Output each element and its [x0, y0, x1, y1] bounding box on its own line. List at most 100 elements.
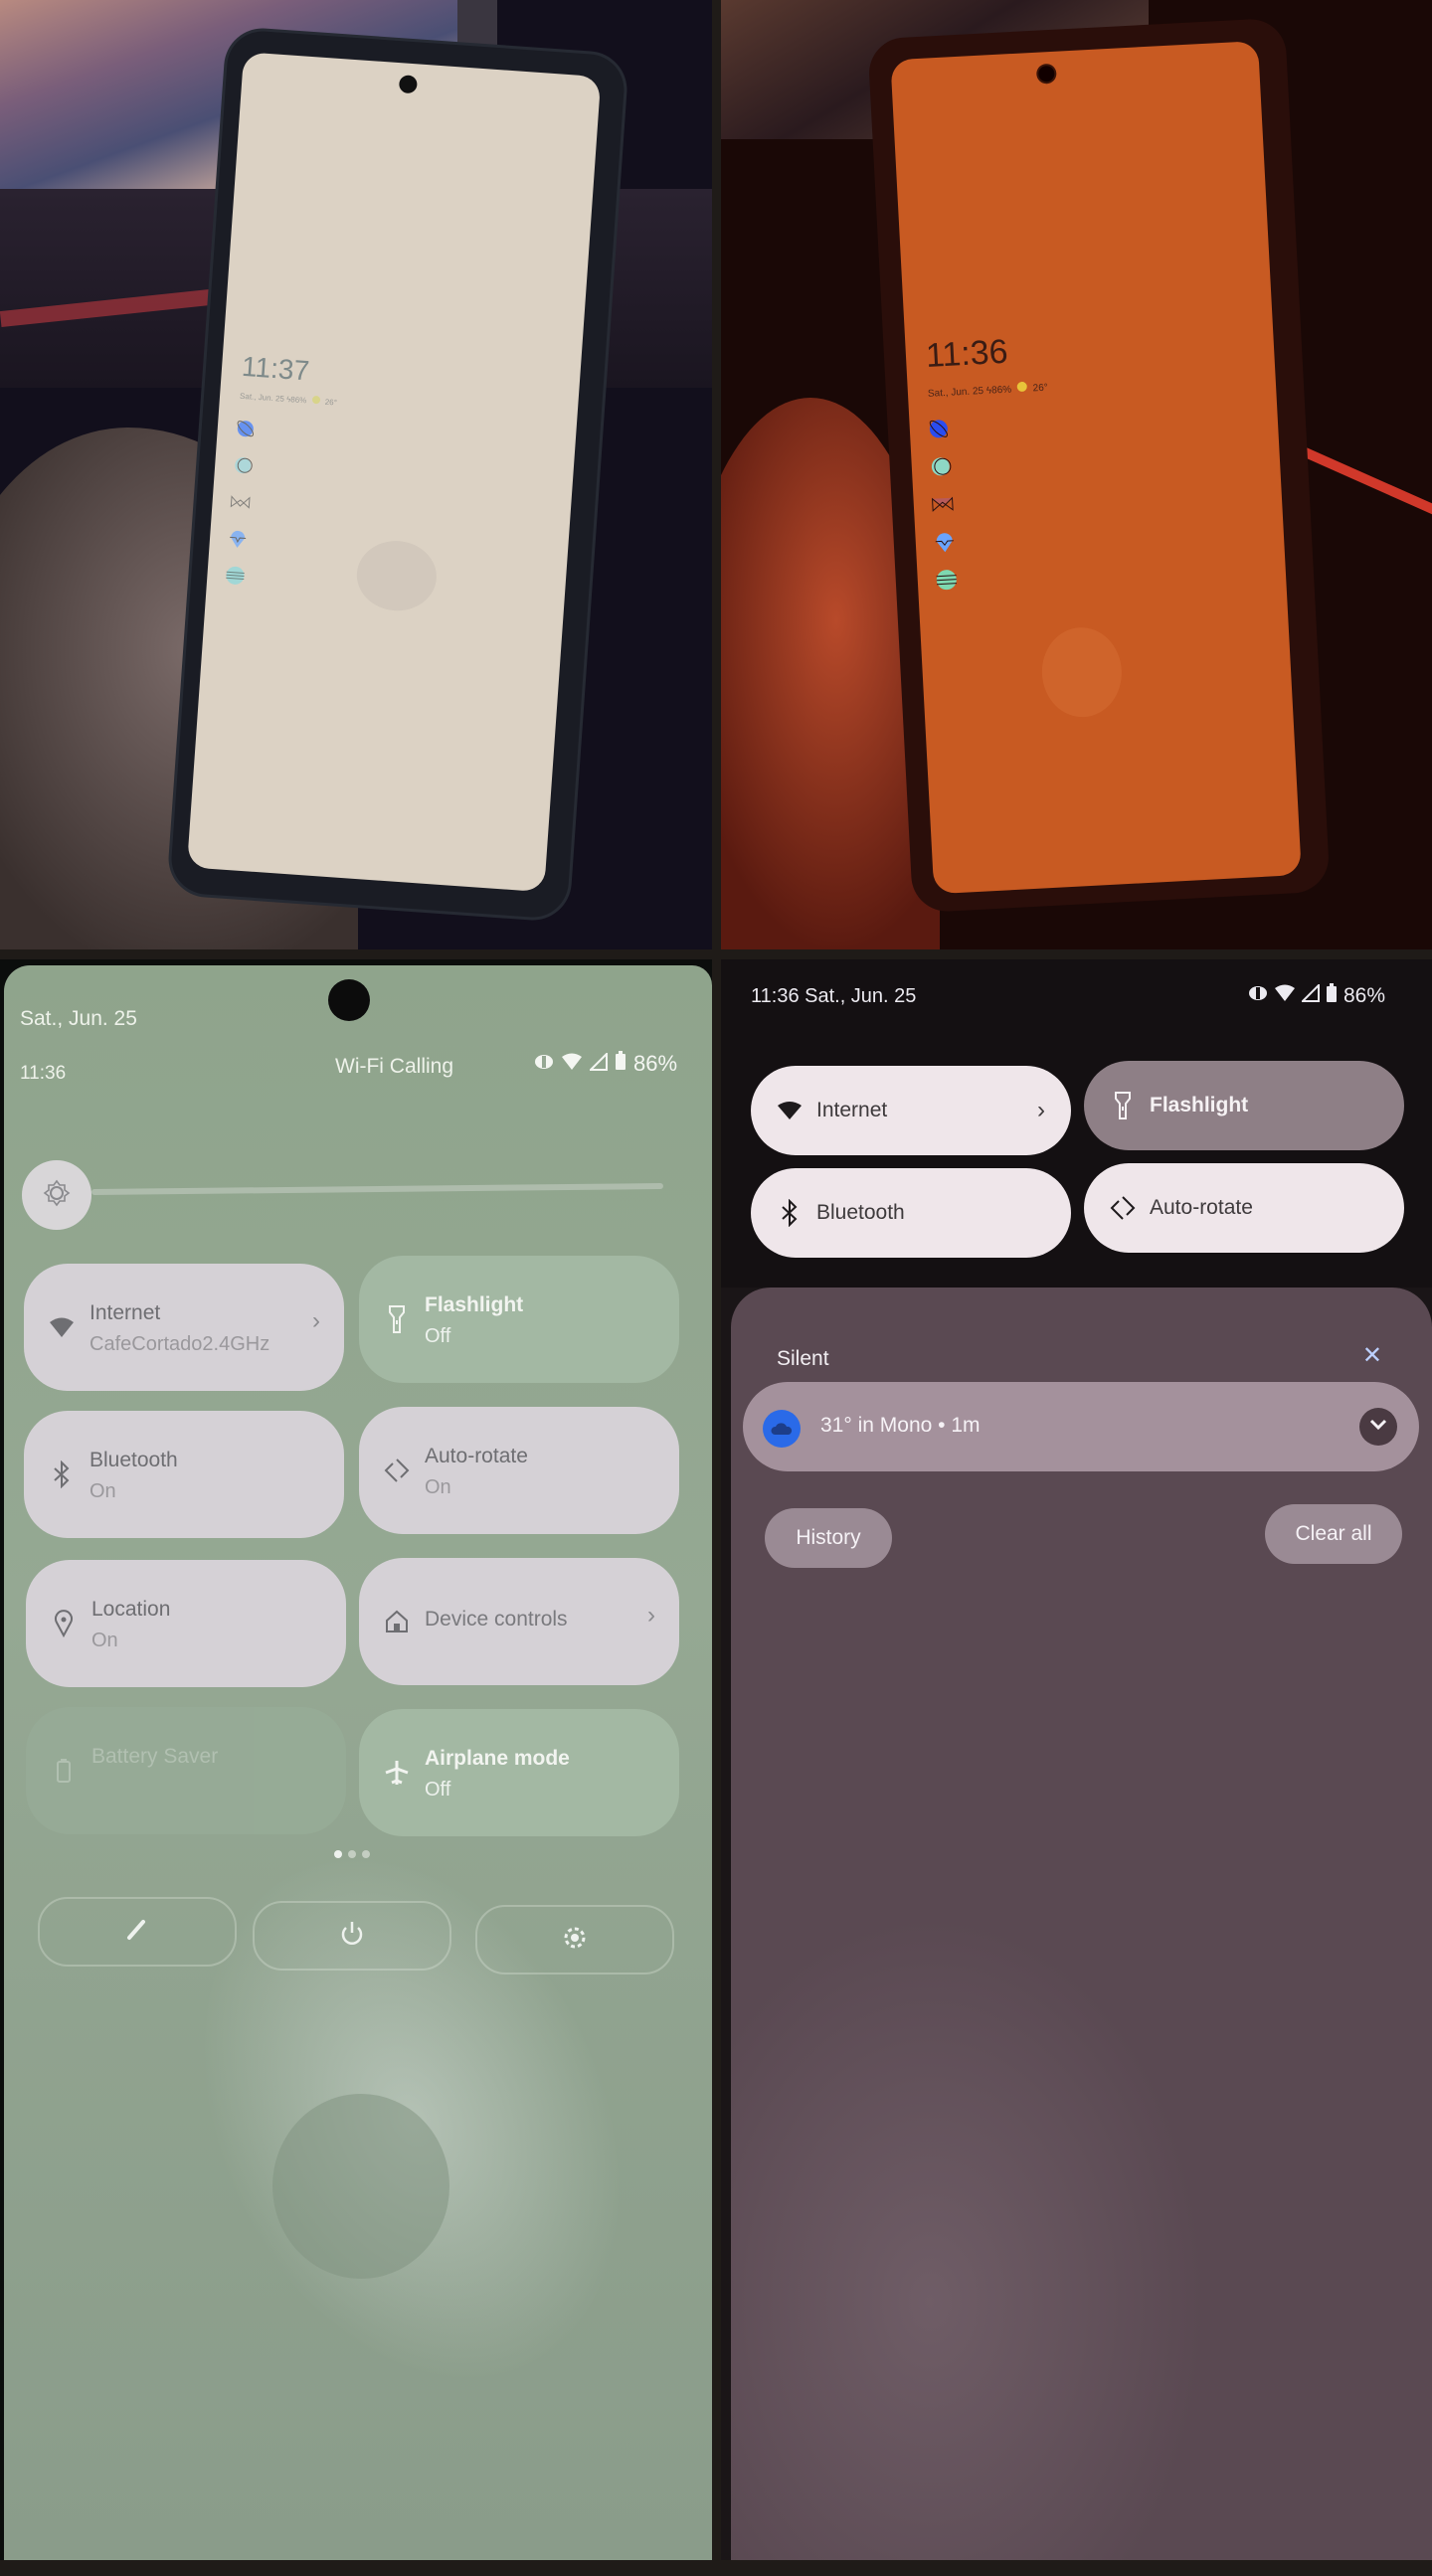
tile-battery-saver[interactable]: Battery Saver	[26, 1707, 346, 1834]
moon-icon	[233, 454, 254, 475]
airplane-icon	[381, 1757, 413, 1789]
flashlight-icon	[381, 1303, 413, 1335]
notification-panel: Silent ✕ 31° in Mono • 1m History Clear …	[731, 1288, 1432, 2560]
planet-icon	[927, 418, 948, 438]
notification-weather[interactable]: 31° in Mono • 1m	[743, 1382, 1419, 1471]
aod-temperature: 26°	[324, 397, 338, 408]
wifi-icon	[46, 1311, 78, 1343]
aod-date-battery-weather: Sat., Jun. 25 ϟ86% 26°	[928, 381, 1048, 400]
tile-subtitle: Off	[425, 1325, 451, 1347]
fingerprint-sensor-area[interactable]	[1039, 625, 1125, 720]
phone-body: 11:36 Sat., Jun. 25 ϟ86% 26°	[867, 17, 1331, 914]
edit-button[interactable]	[38, 1897, 237, 1967]
expand-button[interactable]	[1359, 1408, 1397, 1446]
tile-flashlight[interactable]: Flashlight	[1084, 1061, 1404, 1150]
tile-label: Auto-rotate	[1150, 1196, 1253, 1219]
brightness-icon	[43, 1179, 71, 1212]
quick-settings-header: 11:36 Sat., Jun. 25 86% Internet › Flash…	[721, 959, 1432, 1288]
aod-date-battery: Sat., Jun. 25 ϟ86%	[927, 384, 1012, 400]
photo-top-right-aod-orange: 11:36 Sat., Jun. 25 ϟ86% 26°	[721, 0, 1432, 949]
tile-title: Device controls	[425, 1608, 568, 1631]
striped-planet-icon	[225, 565, 246, 586]
home-icon	[381, 1606, 413, 1637]
auto-rotate-icon	[381, 1455, 413, 1486]
tile-title: Auto-rotate	[425, 1445, 528, 1467]
phone-body: 11:37 Sat., Jun. 25 ϟ86% 26°	[169, 29, 626, 920]
history-button[interactable]: History	[765, 1508, 892, 1568]
edit-icon	[125, 1918, 149, 1947]
quick-settings-footer	[38, 1897, 694, 1975]
settings-icon	[561, 1924, 589, 1957]
photo-top-left-aod-warm: 11:37 Sat., Jun. 25 ϟ86% 26°	[0, 0, 712, 949]
tile-title: Internet	[90, 1301, 161, 1324]
notification-text: 31° in Mono • 1m	[820, 1414, 981, 1437]
fingerprint-sensor-area[interactable]	[272, 2094, 449, 2279]
wifi-icon	[775, 1096, 805, 1125]
bowtie-icon	[230, 491, 251, 512]
phone-screen: 11:37 Sat., Jun. 25 ϟ86% 26°	[186, 52, 602, 893]
fingerprint-sensor-area[interactable]	[354, 538, 440, 613]
tile-title: Airplane mode	[425, 1747, 570, 1770]
aod-temperature: 26°	[1032, 382, 1049, 395]
wifi-icon	[561, 1051, 583, 1077]
flashlight-icon	[1108, 1091, 1138, 1120]
battery-icon	[615, 1051, 626, 1077]
section-header-silent: Silent	[777, 1347, 829, 1370]
battery-percent: 86%	[633, 1051, 678, 1076]
tile-title: Battery Saver	[91, 1745, 219, 1768]
carrier-label: Wi-Fi Calling	[335, 1055, 454, 1078]
settings-button[interactable]	[475, 1905, 674, 1975]
tile-bluetooth[interactable]: Bluetooth	[751, 1168, 1071, 1258]
tile-title: Bluetooth	[90, 1449, 178, 1471]
bowtie-icon	[931, 493, 954, 514]
chevron-right-icon: ›	[312, 1307, 320, 1334]
striped-planet-icon	[935, 569, 958, 591]
header-time-date: 11:36 Sat., Jun. 25	[751, 985, 917, 1007]
tile-flashlight[interactable]: Flashlight Off	[359, 1256, 679, 1383]
aod-date-battery-weather: Sat., Jun. 25 ϟ86% 26°	[240, 391, 337, 408]
header-time: 11:36	[20, 1063, 67, 1084]
moon-icon	[929, 455, 952, 476]
bluetooth-icon	[46, 1459, 78, 1490]
battery-icon	[48, 1755, 80, 1787]
phone-screen: 11:36 Sat., Jun. 25 ϟ86% 26°	[890, 41, 1302, 895]
status-icons: 86%	[1248, 982, 1386, 1009]
aod-clock: 11:36	[925, 332, 1009, 375]
chevron-right-icon: ›	[647, 1602, 655, 1629]
tile-location[interactable]: Location On	[26, 1560, 346, 1687]
cellular-signal-icon	[1300, 982, 1320, 1008]
tile-internet[interactable]: Internet ›	[751, 1066, 1071, 1155]
bluetooth-icon	[775, 1198, 805, 1228]
screen-glare	[731, 1884, 1228, 2560]
battery-icon	[1326, 983, 1338, 1009]
tile-device-controls[interactable]: Device controls ›	[359, 1558, 679, 1685]
weather-icon	[1016, 381, 1028, 393]
tile-label: Internet	[816, 1099, 888, 1121]
weather-icon	[311, 395, 320, 405]
planet-icon	[235, 419, 256, 439]
phone-screen: Sat., Jun. 25 11:36 Wi-Fi Calling 86% In…	[4, 965, 712, 2560]
header-date: Sat., Jun. 25	[20, 1007, 137, 1030]
aod-notification-icons	[927, 418, 958, 591]
tile-subtitle: CafeCortado2.4GHz	[90, 1333, 270, 1355]
tile-internet[interactable]: Internet CafeCortado2.4GHz ›	[24, 1264, 344, 1391]
tile-auto-rotate[interactable]: Auto-rotate	[1084, 1163, 1404, 1253]
tile-auto-rotate[interactable]: Auto-rotate On	[359, 1407, 679, 1534]
brightness-slider-track[interactable]	[90, 1182, 664, 1196]
close-icon[interactable]: ✕	[1362, 1341, 1382, 1370]
aod-clock: 11:37	[241, 350, 311, 387]
wifi-icon	[1274, 984, 1296, 1008]
clear-all-button[interactable]: Clear all	[1265, 1504, 1402, 1564]
tile-subtitle: On	[91, 1630, 118, 1651]
front-camera-cutout	[1037, 65, 1055, 83]
brightness-slider-handle[interactable]	[22, 1160, 91, 1230]
auto-rotate-icon	[1108, 1193, 1138, 1223]
chevron-down-icon	[1369, 1418, 1387, 1436]
location-icon	[48, 1608, 80, 1639]
power-button[interactable]	[253, 1901, 451, 1971]
battery-percent: 86%	[1343, 984, 1386, 1007]
photo-bottom-left-quick-settings: Sat., Jun. 25 11:36 Wi-Fi Calling 86% In…	[0, 959, 712, 2560]
tile-bluetooth[interactable]: Bluetooth On	[24, 1411, 344, 1538]
status-icons: 86%	[534, 1051, 677, 1077]
tile-title: Location	[91, 1598, 171, 1621]
